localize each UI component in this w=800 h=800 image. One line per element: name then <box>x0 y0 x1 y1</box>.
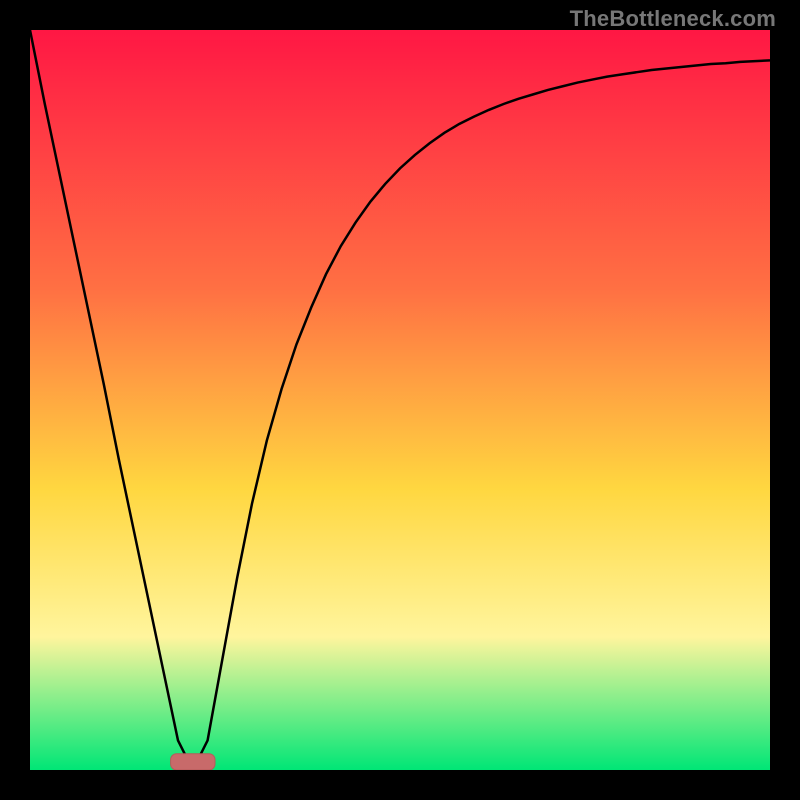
chart-svg <box>30 30 770 770</box>
plot-area <box>30 30 770 770</box>
chart-frame: TheBottleneck.com <box>0 0 800 800</box>
minimum-marker <box>171 754 215 770</box>
gradient-background <box>30 30 770 770</box>
watermark-text: TheBottleneck.com <box>570 6 776 32</box>
